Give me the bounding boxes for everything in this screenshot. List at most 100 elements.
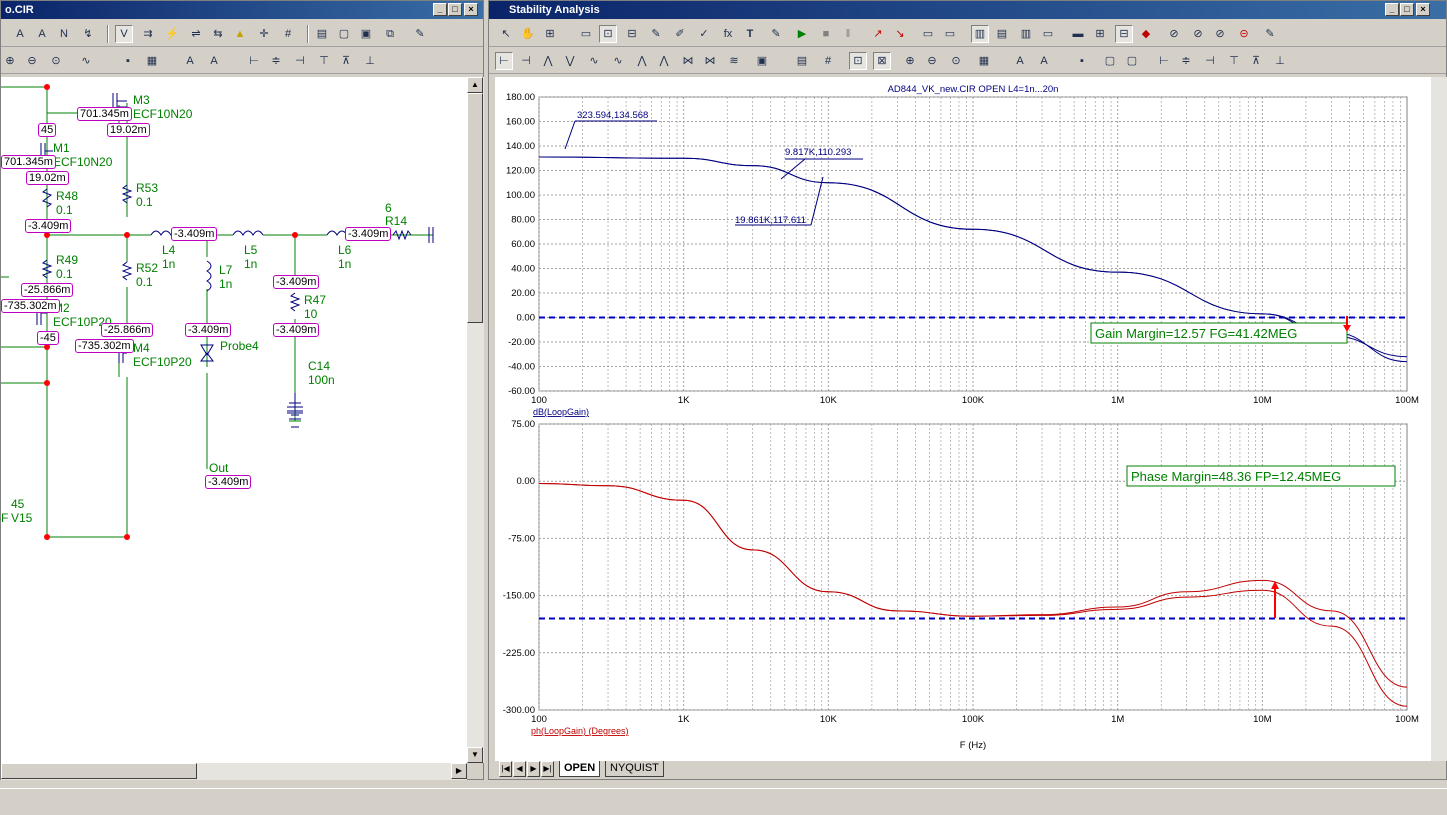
layout-icon[interactable]: ▦	[975, 52, 993, 70]
schematic-canvas[interactable]: M3 ECF10N20 M1 ECF10N20 R53 0.1 R48 0.1 …	[1, 77, 467, 763]
gauge4-icon[interactable]: ⊝	[1235, 25, 1253, 43]
cursor-icon[interactable]: ▭	[577, 25, 595, 43]
zoom-out-icon[interactable]: ⊖	[923, 52, 941, 70]
minimize-button[interactable]: _	[433, 3, 447, 16]
zoom-fit-icon[interactable]: ⊙	[47, 52, 65, 70]
cursor-mode-2-icon[interactable]: ⊣	[517, 52, 535, 70]
peak-icon[interactable]: ↗	[869, 25, 887, 43]
maximize-button[interactable]: □	[1400, 3, 1414, 16]
gauge2-icon[interactable]: ⊘	[1189, 25, 1207, 43]
tab-nyquist[interactable]: NYQUIST	[605, 761, 664, 777]
formula-icon[interactable]: fx	[719, 25, 737, 43]
paste-icon[interactable]: ▣	[357, 25, 375, 43]
pointer-icon[interactable]: ↖	[497, 25, 515, 43]
list-icon[interactable]: ▤	[793, 52, 811, 70]
align-mid-icon[interactable]: ⊼	[1247, 52, 1265, 70]
select-icon[interactable]: ⊡	[599, 25, 617, 43]
cursor-mode-11-icon[interactable]: ≋	[725, 52, 743, 70]
options-icon[interactable]: ✎	[1261, 25, 1279, 43]
cursor-mode-1-icon[interactable]: ⊢	[495, 52, 513, 70]
arrow-right-icon[interactable]: ⇉	[139, 25, 157, 43]
table-icon[interactable]: ⊞	[1091, 25, 1109, 43]
fit-icon[interactable]: ⊡	[849, 52, 867, 70]
align-bottom-icon[interactable]: ⊥	[1271, 52, 1289, 70]
plot-vscroll[interactable]	[1431, 77, 1447, 761]
font-icon[interactable]: A	[1011, 52, 1029, 70]
node-names-icon[interactable]: A	[33, 25, 51, 43]
tab-prev-icon[interactable]: ◀	[513, 761, 526, 777]
cursor-mode-3-icon[interactable]: ⋀	[539, 52, 557, 70]
cursor-mode-8-icon[interactable]: ⋀	[655, 52, 673, 70]
cursor-mode-6-icon[interactable]: ∿	[609, 52, 627, 70]
tab-open[interactable]: OPEN	[559, 761, 601, 777]
wire-icon[interactable]: ∿	[77, 52, 95, 70]
window-icon[interactable]: ⧉	[381, 25, 399, 43]
chart-icon[interactable]: ⊟	[1115, 25, 1133, 43]
scroll-up-icon[interactable]: ▲	[467, 77, 483, 93]
marker-icon[interactable]: ◆	[1137, 25, 1155, 43]
cursor-mode-9-icon[interactable]: ⋈	[679, 52, 697, 70]
pause-icon[interactable]: ‖	[839, 25, 857, 43]
node-voltage-icon[interactable]: V	[115, 25, 133, 43]
zoom-out-icon[interactable]: ⊖	[23, 52, 41, 70]
font-icon[interactable]: A	[181, 52, 199, 70]
align-mid-icon[interactable]: ⊼	[337, 52, 355, 70]
frame-icon[interactable]: ⊟	[623, 25, 641, 43]
h-line-icon[interactable]: ▬	[1069, 25, 1087, 43]
cursor-mode-5-icon[interactable]: ∿	[585, 52, 603, 70]
zoom-in-icon[interactable]: ⊕	[901, 52, 919, 70]
zoom-box-icon[interactable]: ⊞	[541, 25, 559, 43]
numbers-icon[interactable]: #	[819, 52, 837, 70]
cursor-mode-10-icon[interactable]: ⋈	[701, 52, 719, 70]
scroll-right-icon[interactable]: ▶	[451, 763, 467, 779]
schematic-vscroll[interactable]: ▲ ▼	[467, 77, 484, 763]
edit-icon[interactable]: ✎	[647, 25, 665, 43]
layout-icon[interactable]: ▦	[143, 52, 161, 70]
scroll-down-icon[interactable]: ▼	[467, 747, 483, 763]
align-right-icon[interactable]: ⊣	[1201, 52, 1219, 70]
grid-a-icon[interactable]: ▥	[971, 25, 989, 43]
box1-icon[interactable]: ▭	[919, 25, 937, 43]
properties-icon[interactable]: ✎	[767, 25, 785, 43]
close-button[interactable]: ×	[1416, 3, 1430, 16]
tab-next-icon[interactable]: ▶	[527, 761, 540, 777]
minimize-button[interactable]: _	[1385, 3, 1399, 16]
link-icon[interactable]: ⇆	[209, 25, 227, 43]
text-tool-icon[interactable]: A	[11, 25, 29, 43]
align-left-icon[interactable]: ⊢	[245, 52, 263, 70]
hscroll-thumb[interactable]	[1, 763, 197, 779]
close-button[interactable]: ×	[464, 3, 478, 16]
maximize-button[interactable]: □	[448, 3, 462, 16]
grid-c-icon[interactable]: ▥	[1017, 25, 1035, 43]
cursor-mode-4-icon[interactable]: ⋁	[561, 52, 579, 70]
zoom-in-icon[interactable]: ⊕	[1, 52, 19, 70]
align-top-icon[interactable]: ⊤	[1225, 52, 1243, 70]
font-size-icon[interactable]: A	[1035, 52, 1053, 70]
box2-icon[interactable]: ▭	[941, 25, 959, 43]
gauge3-icon[interactable]: ⊘	[1211, 25, 1229, 43]
power-icon[interactable]: ⚡	[163, 25, 181, 43]
paste2-icon[interactable]: ▢	[1123, 52, 1141, 70]
cross-icon[interactable]: ✛	[255, 25, 273, 43]
grid-b-icon[interactable]: ▤	[993, 25, 1011, 43]
copy-icon[interactable]: ▢	[335, 25, 353, 43]
settings-icon[interactable]: ✎	[411, 25, 429, 43]
run-icon[interactable]: ▶	[793, 25, 811, 43]
paste-icon[interactable]: ▣	[753, 52, 771, 70]
warning-icon[interactable]: ▲	[231, 25, 249, 43]
component-icon[interactable]: ↯	[79, 25, 97, 43]
page-icon[interactable]: ▤	[313, 25, 331, 43]
hide-icon[interactable]: ▪	[1073, 52, 1091, 70]
plot-area[interactable]: 180.00 160.00 140.00 120.00 100.00 80.00 60.00…	[495, 77, 1431, 761]
grid-d-icon[interactable]: ▭	[1039, 25, 1057, 43]
pin-names-icon[interactable]: N	[55, 25, 73, 43]
valley-icon[interactable]: ↘	[891, 25, 909, 43]
stop-icon[interactable]: ■	[817, 25, 835, 43]
tab-last-icon[interactable]: ▶|	[541, 761, 554, 777]
scroll-thumb[interactable]	[467, 93, 483, 323]
grid-icon[interactable]: #	[279, 25, 297, 43]
schematic-hscroll[interactable]: ▶	[1, 763, 467, 780]
tab-first-icon[interactable]: |◀	[499, 761, 512, 777]
align-left-icon[interactable]: ⊢	[1155, 52, 1173, 70]
current-icon[interactable]: ⇌	[187, 25, 205, 43]
